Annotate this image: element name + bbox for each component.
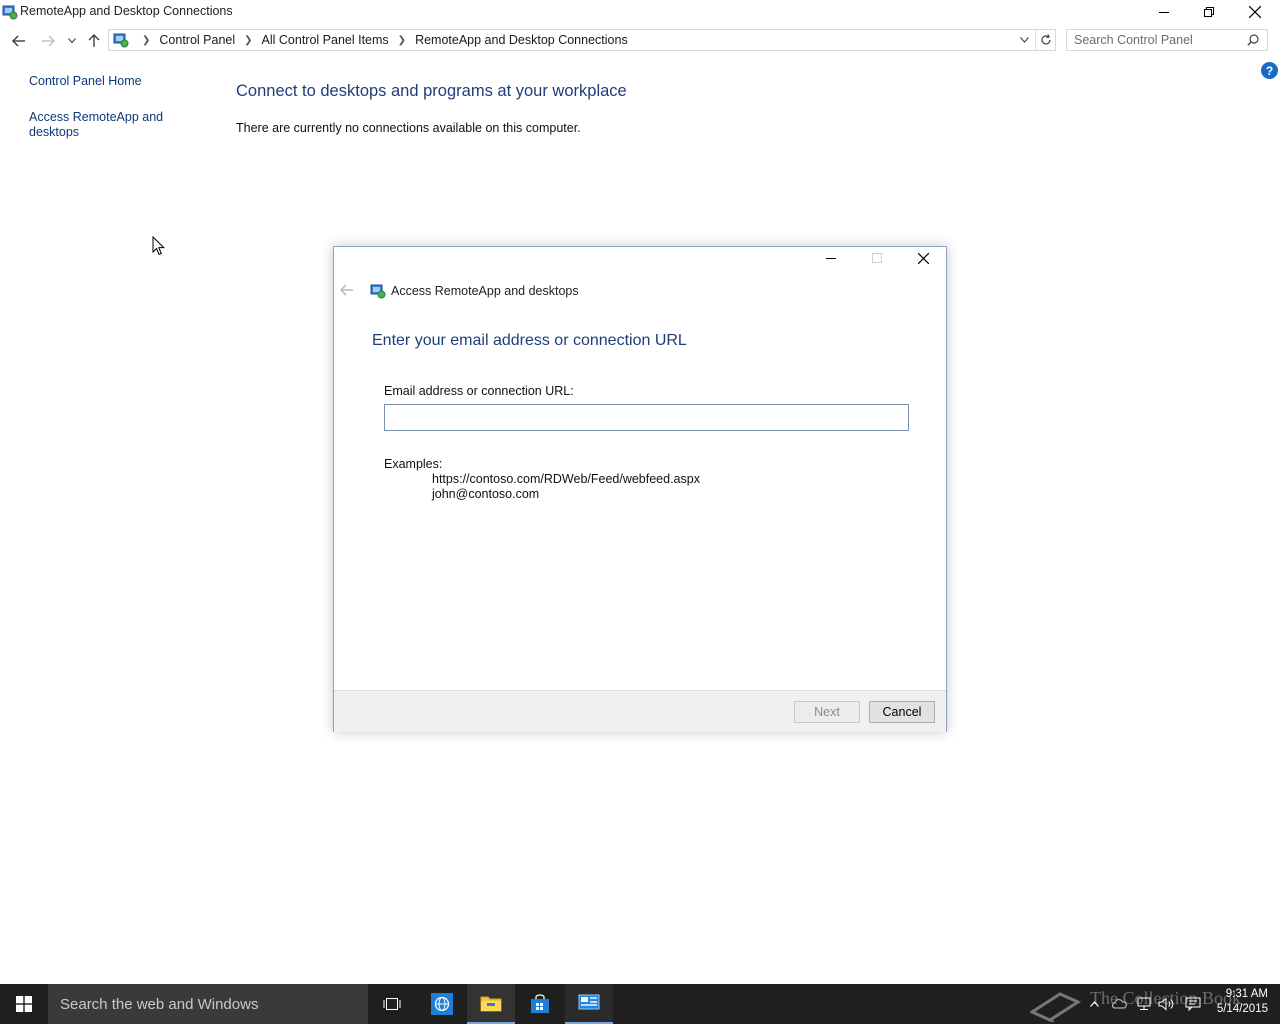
control-panel-icon (2, 4, 18, 20)
dialog-minimize-button[interactable] (808, 247, 854, 269)
next-button[interactable]: Next (794, 701, 860, 723)
dialog-maximize-button[interactable] (854, 247, 900, 269)
title-bar: RemoteApp and Desktop Connections (0, 0, 1280, 24)
volume-tray-button[interactable] (1155, 984, 1177, 1024)
examples-label: Examples: (384, 457, 443, 471)
back-button[interactable] (8, 30, 30, 52)
breadcrumb-item-control-panel[interactable]: Control Panel (157, 33, 237, 47)
dialog-close-button[interactable] (900, 247, 946, 269)
cancel-button[interactable]: Cancel (869, 701, 935, 723)
breadcrumb-item-all-items[interactable]: All Control Panel Items (260, 33, 391, 47)
access-remoteapp-link-line1: Access RemoteApp and (29, 110, 164, 124)
up-button[interactable] (83, 30, 105, 52)
arrow-up-icon (88, 34, 100, 47)
taskbar-browser-button[interactable] (418, 984, 466, 1024)
arrow-left-icon (12, 35, 25, 47)
control-panel-icon (578, 994, 600, 1010)
speaker-icon (1158, 997, 1174, 1011)
forward-button[interactable] (37, 30, 59, 52)
refresh-icon (1041, 34, 1051, 45)
start-button[interactable] (0, 984, 48, 1024)
breadcrumb: ❯ Control Panel ❯ All Control Panel Item… (113, 30, 630, 50)
task-view-button[interactable] (368, 984, 416, 1024)
onedrive-tray-button[interactable] (1108, 984, 1130, 1024)
address-bar[interactable]: ❯ Control Panel ❯ All Control Panel Item… (108, 29, 1056, 51)
window-title: RemoteApp and Desktop Connections (20, 4, 233, 18)
arrow-left-icon (340, 284, 353, 296)
breadcrumb-separator-icon[interactable]: ❯ (237, 35, 259, 46)
access-remoteapp-link[interactable]: Access RemoteApp and desktops (29, 110, 163, 140)
folder-icon (480, 996, 502, 1012)
chevron-up-icon (1089, 1001, 1099, 1007)
mouse-cursor-icon (152, 235, 166, 259)
windows-logo-icon (16, 996, 32, 1012)
clock-time: 9:31 AM (1225, 988, 1268, 1000)
restore-button[interactable] (1186, 0, 1232, 24)
close-button[interactable] (1232, 0, 1278, 24)
page-title: Connect to desktops and programs at your… (236, 82, 627, 100)
refresh-button[interactable] (1035, 30, 1056, 50)
dialog-title: Access RemoteApp and desktops (391, 284, 579, 298)
chevron-down-icon (1019, 37, 1029, 43)
book-logo-icon (1028, 986, 1082, 1025)
help-button[interactable]: ? (1261, 62, 1278, 79)
network-tray-button[interactable] (1132, 984, 1154, 1024)
remoteapp-icon (370, 283, 386, 299)
taskbar: Search the web and Windows The Collectio… (0, 984, 1280, 1024)
url-input[interactable] (384, 404, 909, 431)
taskbar-search-box[interactable]: Search the web and Windows (48, 984, 368, 1024)
taskbar-file-explorer-button[interactable] (467, 984, 515, 1024)
clock[interactable]: 9:31 AM 5/14/2015 (1210, 987, 1268, 1017)
access-remoteapp-dialog: Access RemoteApp and desktops Enter your… (333, 246, 947, 732)
store-bag-icon (531, 994, 549, 1013)
action-center-button[interactable] (1182, 984, 1204, 1024)
minimize-button[interactable] (1141, 0, 1187, 24)
globe-icon (431, 993, 453, 1015)
chevron-down-icon (68, 38, 76, 44)
control-panel-home-link[interactable]: Control Panel Home (29, 74, 142, 89)
show-hidden-icons-button[interactable] (1083, 984, 1105, 1024)
breadcrumb-separator-icon[interactable]: ❯ (135, 35, 157, 46)
dialog-footer: Next Cancel (334, 690, 946, 732)
recent-locations-button[interactable] (61, 30, 83, 52)
example-url: https://contoso.com/RDWeb/Feed/webfeed.a… (432, 472, 700, 486)
cloud-icon (1112, 999, 1127, 1009)
breadcrumb-separator-icon[interactable]: ❯ (391, 35, 413, 46)
address-dropdown-button[interactable] (1015, 30, 1033, 50)
taskbar-store-button[interactable] (516, 984, 564, 1024)
breadcrumb-item-remoteapp[interactable]: RemoteApp and Desktop Connections (413, 33, 630, 47)
dialog-heading: Enter your email address or connection U… (372, 332, 687, 349)
clock-date: 5/14/2015 (1216, 1003, 1268, 1015)
notification-icon (1185, 997, 1201, 1011)
search-box[interactable] (1066, 29, 1268, 51)
dialog-back-button[interactable] (340, 284, 356, 300)
network-icon (1137, 997, 1151, 1010)
control-panel-icon (113, 32, 129, 48)
arrow-right-icon (42, 35, 55, 47)
taskbar-control-panel-button[interactable] (565, 984, 613, 1024)
search-input[interactable] (1067, 30, 1244, 50)
access-remoteapp-link-line2: desktops (29, 125, 80, 139)
url-field-label: Email address or connection URL: (384, 384, 574, 398)
example-email: john@contoso.com (432, 487, 540, 501)
task-view-icon (383, 998, 401, 1010)
status-text: There are currently no connections avail… (236, 121, 581, 135)
search-icon[interactable] (1247, 34, 1259, 49)
